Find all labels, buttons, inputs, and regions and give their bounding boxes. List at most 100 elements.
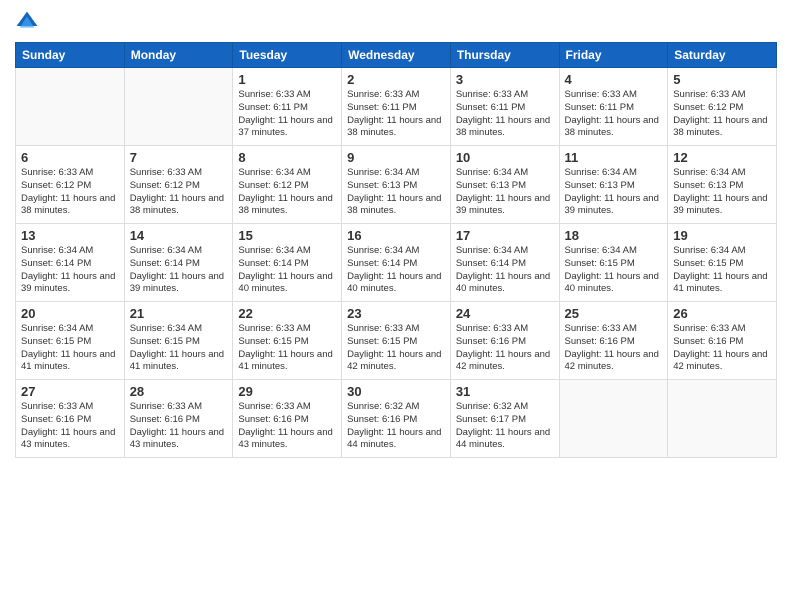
day-info: Sunrise: 6:34 AMSunset: 6:14 PMDaylight:… <box>347 245 445 296</box>
day-number: 21 <box>130 306 228 321</box>
day-info: Sunrise: 6:33 AMSunset: 6:11 PMDaylight:… <box>238 89 336 140</box>
calendar-table: Sunday Monday Tuesday Wednesday Thursday… <box>15 42 777 458</box>
day-info: Sunrise: 6:34 AMSunset: 6:12 PMDaylight:… <box>238 167 336 218</box>
day-number: 4 <box>565 72 663 87</box>
day-number: 2 <box>347 72 445 87</box>
calendar-cell: 25 Sunrise: 6:33 AMSunset: 6:16 PMDayligh… <box>559 302 668 380</box>
calendar-cell: 14 Sunrise: 6:34 AMSunset: 6:14 PMDayligh… <box>124 224 233 302</box>
day-info: Sunrise: 6:32 AMSunset: 6:16 PMDaylight:… <box>347 401 445 452</box>
day-number: 1 <box>238 72 336 87</box>
header-row: Sunday Monday Tuesday Wednesday Thursday… <box>16 43 777 68</box>
day-info: Sunrise: 6:33 AMSunset: 6:15 PMDaylight:… <box>238 323 336 374</box>
calendar-cell <box>668 380 777 458</box>
day-number: 24 <box>456 306 554 321</box>
calendar-cell: 15 Sunrise: 6:34 AMSunset: 6:14 PMDayligh… <box>233 224 342 302</box>
day-number: 13 <box>21 228 119 243</box>
day-number: 22 <box>238 306 336 321</box>
col-saturday: Saturday <box>668 43 777 68</box>
day-number: 19 <box>673 228 771 243</box>
day-number: 18 <box>565 228 663 243</box>
calendar-cell: 28 Sunrise: 6:33 AMSunset: 6:16 PMDayligh… <box>124 380 233 458</box>
calendar-cell <box>559 380 668 458</box>
day-number: 31 <box>456 384 554 399</box>
day-info: Sunrise: 6:34 AMSunset: 6:13 PMDaylight:… <box>565 167 663 218</box>
day-number: 11 <box>565 150 663 165</box>
calendar-cell: 22 Sunrise: 6:33 AMSunset: 6:15 PMDayligh… <box>233 302 342 380</box>
calendar-week-5: 27 Sunrise: 6:33 AMSunset: 6:16 PMDayligh… <box>16 380 777 458</box>
day-number: 28 <box>130 384 228 399</box>
day-info: Sunrise: 6:33 AMSunset: 6:11 PMDaylight:… <box>456 89 554 140</box>
calendar-week-3: 13 Sunrise: 6:34 AMSunset: 6:14 PMDayligh… <box>16 224 777 302</box>
day-info: Sunrise: 6:34 AMSunset: 6:15 PMDaylight:… <box>673 245 771 296</box>
day-number: 14 <box>130 228 228 243</box>
day-info: Sunrise: 6:34 AMSunset: 6:13 PMDaylight:… <box>347 167 445 218</box>
day-number: 30 <box>347 384 445 399</box>
page: Sunday Monday Tuesday Wednesday Thursday… <box>0 0 792 612</box>
day-info: Sunrise: 6:34 AMSunset: 6:14 PMDaylight:… <box>238 245 336 296</box>
calendar-cell: 17Sunrise: 6:34 AMSunset: 6:14 PMDayligh… <box>450 224 559 302</box>
col-friday: Friday <box>559 43 668 68</box>
calendar-week-4: 20 Sunrise: 6:34 AMSunset: 6:15 PMDayligh… <box>16 302 777 380</box>
day-number: 27 <box>21 384 119 399</box>
col-sunday: Sunday <box>16 43 125 68</box>
day-info: Sunrise: 6:34 AMSunset: 6:13 PMDaylight:… <box>673 167 771 218</box>
day-number: 8 <box>238 150 336 165</box>
calendar-cell: 12 Sunrise: 6:34 AMSunset: 6:13 PMDayligh… <box>668 146 777 224</box>
calendar-cell <box>124 68 233 146</box>
calendar-cell: 20 Sunrise: 6:34 AMSunset: 6:15 PMDayligh… <box>16 302 125 380</box>
day-info: Sunrise: 6:34 AMSunset: 6:13 PMDaylight:… <box>456 167 554 218</box>
calendar-cell <box>16 68 125 146</box>
day-info: Sunrise: 6:33 AMSunset: 6:11 PMDaylight:… <box>565 89 663 140</box>
calendar-cell: 31 Sunrise: 6:32 AMSunset: 6:17 PMDayligh… <box>450 380 559 458</box>
calendar-cell: 10 Sunrise: 6:34 AMSunset: 6:13 PMDayligh… <box>450 146 559 224</box>
calendar-cell: 27 Sunrise: 6:33 AMSunset: 6:16 PMDayligh… <box>16 380 125 458</box>
calendar-cell: 9 Sunrise: 6:34 AMSunset: 6:13 PMDaylight… <box>342 146 451 224</box>
day-number: 20 <box>21 306 119 321</box>
day-number: 26 <box>673 306 771 321</box>
day-info: Sunrise: 6:33 AMSunset: 6:12 PMDaylight:… <box>673 89 771 140</box>
calendar-cell: 18 Sunrise: 6:34 AMSunset: 6:15 PMDayligh… <box>559 224 668 302</box>
calendar-cell: 23Sunrise: 6:33 AMSunset: 6:15 PMDayligh… <box>342 302 451 380</box>
calendar-week-2: 6 Sunrise: 6:33 AMSunset: 6:12 PMDaylight… <box>16 146 777 224</box>
calendar-cell: 6 Sunrise: 6:33 AMSunset: 6:12 PMDaylight… <box>16 146 125 224</box>
col-thursday: Thursday <box>450 43 559 68</box>
day-number: 15 <box>238 228 336 243</box>
calendar-cell: 1 Sunrise: 6:33 AMSunset: 6:11 PMDaylight… <box>233 68 342 146</box>
day-info: Sunrise: 6:33 AMSunset: 6:12 PMDaylight:… <box>21 167 119 218</box>
day-info: Sunrise: 6:34 AMSunset: 6:15 PMDaylight:… <box>565 245 663 296</box>
day-number: 12 <box>673 150 771 165</box>
calendar-cell: 13 Sunrise: 6:34 AMSunset: 6:14 PMDayligh… <box>16 224 125 302</box>
day-info: Sunrise: 6:34 AMSunset: 6:15 PMDaylight:… <box>21 323 119 374</box>
day-number: 25 <box>565 306 663 321</box>
day-info: Sunrise: 6:33 AMSunset: 6:16 PMDaylight:… <box>21 401 119 452</box>
day-number: 23 <box>347 306 445 321</box>
calendar-cell: 21 Sunrise: 6:34 AMSunset: 6:15 PMDayligh… <box>124 302 233 380</box>
day-number: 3 <box>456 72 554 87</box>
day-info: Sunrise: 6:33 AMSunset: 6:11 PMDaylight:… <box>347 89 445 140</box>
calendar-cell: 19 Sunrise: 6:34 AMSunset: 6:15 PMDayligh… <box>668 224 777 302</box>
day-info: Sunrise: 6:32 AMSunset: 6:17 PMDaylight:… <box>456 401 554 452</box>
logo <box>15 10 43 34</box>
day-number: 9 <box>347 150 445 165</box>
day-info: Sunrise: 6:34 AMSunset: 6:14 PMDaylight:… <box>21 245 119 296</box>
calendar-cell: 2 Sunrise: 6:33 AMSunset: 6:11 PMDaylight… <box>342 68 451 146</box>
day-info: Sunrise: 6:34 AMSunset: 6:15 PMDaylight:… <box>130 323 228 374</box>
day-info: Sunrise: 6:33 AMSunset: 6:16 PMDaylight:… <box>130 401 228 452</box>
calendar-cell: 30 Sunrise: 6:32 AMSunset: 6:16 PMDayligh… <box>342 380 451 458</box>
day-info: Sunrise: 6:33 AMSunset: 6:16 PMDaylight:… <box>238 401 336 452</box>
header <box>15 10 777 34</box>
day-number: 17 <box>456 228 554 243</box>
calendar-cell: 16 Sunrise: 6:34 AMSunset: 6:14 PMDayligh… <box>342 224 451 302</box>
day-info: Sunrise: 6:33 AMSunset: 6:16 PMDaylight:… <box>673 323 771 374</box>
logo-icon <box>15 10 39 34</box>
day-number: 10 <box>456 150 554 165</box>
day-number: 29 <box>238 384 336 399</box>
calendar-cell: 4 Sunrise: 6:33 AMSunset: 6:11 PMDaylight… <box>559 68 668 146</box>
day-info: Sunrise: 6:33 AMSunset: 6:16 PMDaylight:… <box>456 323 554 374</box>
day-number: 16 <box>347 228 445 243</box>
day-number: 6 <box>21 150 119 165</box>
col-wednesday: Wednesday <box>342 43 451 68</box>
day-info: Sunrise: 6:33 AMSunset: 6:16 PMDaylight:… <box>565 323 663 374</box>
day-info: Sunrise: 6:34 AMSunset: 6:14 PMDaylight:… <box>130 245 228 296</box>
day-number: 5 <box>673 72 771 87</box>
